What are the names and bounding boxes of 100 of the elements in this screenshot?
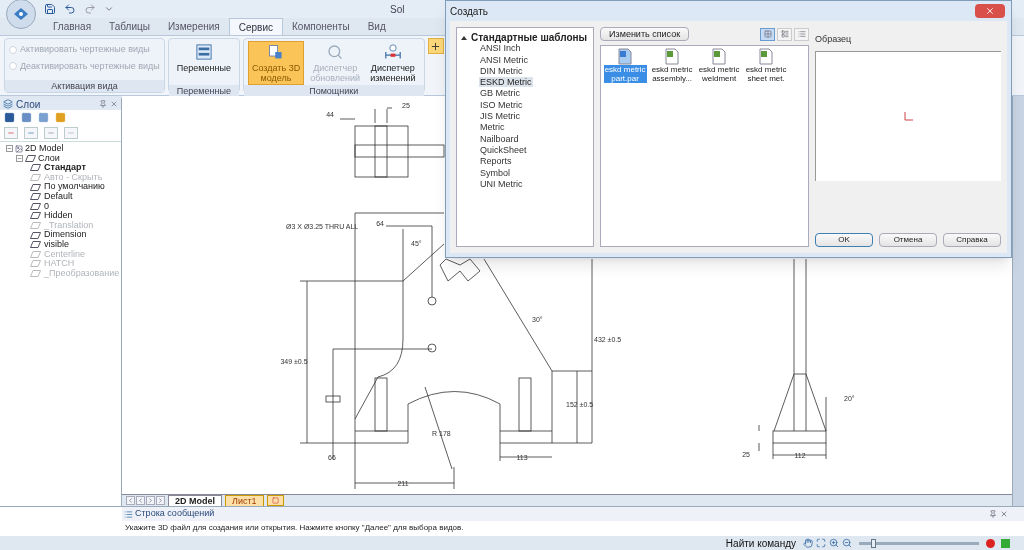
layer-tool-icon <box>27 129 35 137</box>
window-title: Sol <box>390 2 405 17</box>
tree-item[interactable]: Reports <box>479 156 513 167</box>
panel-tool-icon[interactable] <box>4 112 15 123</box>
dialog-button[interactable]: Отмена <box>879 233 937 247</box>
message-text: Укажите 3D файл для создания или открытия. Нажмите кнопку "Далее" для выбора видов. <box>124 522 465 534</box>
layer-icon <box>30 260 41 268</box>
close-icon <box>985 6 995 16</box>
tree-item[interactable]: QuickSheet <box>479 144 528 155</box>
layer-item[interactable]: Hidden <box>44 211 73 221</box>
variables-icon <box>195 44 212 60</box>
undo-icon[interactable] <box>64 3 76 15</box>
tree-item[interactable]: Symbol <box>479 167 511 178</box>
tree-item[interactable]: Nailboard <box>479 133 520 144</box>
pin-icon[interactable] <box>989 510 997 518</box>
tree-item[interactable]: JIS Metric <box>479 111 521 122</box>
dialog-title: Создать <box>450 4 488 19</box>
tree-item[interactable]: ISO Metric <box>479 99 524 110</box>
document-icon <box>665 48 680 65</box>
fit-icon[interactable] <box>816 538 826 548</box>
magnifier-icon <box>327 44 344 60</box>
layer-tool-button[interactable] <box>24 127 38 139</box>
template-item[interactable]: eskd metric sheet met. <box>744 48 789 83</box>
save-icon[interactable] <box>44 3 56 15</box>
document-icon <box>618 48 633 65</box>
view-mode-button[interactable] <box>760 27 775 41</box>
template-item[interactable]: eskd metric assembly... <box>650 48 695 83</box>
layer-tool-icon <box>7 129 15 137</box>
plus-icon <box>430 40 441 52</box>
sheet-nav-button[interactable] <box>136 496 145 505</box>
layer-item[interactable]: visible <box>44 239 69 250</box>
axes-icon <box>903 111 914 121</box>
zoom-out-icon[interactable] <box>842 538 852 548</box>
close-button[interactable] <box>975 4 1005 18</box>
ribbon-tab[interactable]: Измерения <box>158 18 229 35</box>
dialog-button[interactable]: OK <box>815 233 873 247</box>
close-icon[interactable] <box>110 100 118 108</box>
ribbon-button[interactable]: Переменные <box>172 41 235 85</box>
sheet-nav-button[interactable] <box>146 496 155 505</box>
expand-icon[interactable] <box>461 35 467 40</box>
redo-icon[interactable] <box>84 3 96 15</box>
layer-item[interactable]: Dimension <box>44 230 87 240</box>
template-item[interactable]: eskd metric weldment <box>697 48 742 83</box>
customize-icon[interactable] <box>104 4 114 14</box>
layer-item[interactable]: Стандарт <box>44 163 86 173</box>
ribbon-group-label: Активация вида <box>5 80 164 92</box>
ribbon-tab[interactable]: Таблицы <box>100 18 159 35</box>
close-icon[interactable] <box>1000 510 1008 518</box>
zoom-in-icon[interactable] <box>829 538 839 548</box>
tree-item[interactable]: ESKD Metric <box>479 77 533 88</box>
ribbon-tab[interactable]: Вид <box>358 18 395 35</box>
tree-item[interactable]: 2D Model <box>25 144 64 154</box>
find-command-label[interactable]: Найти команду <box>725 535 796 550</box>
layer-tool-icon <box>47 129 55 137</box>
changes-icon <box>383 44 402 60</box>
ribbon-tab[interactable]: Компоненты <box>283 18 359 35</box>
app-logo-icon <box>12 6 30 22</box>
new-sheet-tab[interactable] <box>266 495 284 506</box>
view-mode-button[interactable] <box>777 27 792 41</box>
sheet-icon <box>271 497 279 504</box>
app-menu-button[interactable] <box>6 0 36 29</box>
document-icon <box>712 48 727 65</box>
sheet-tab[interactable]: 2D Model <box>168 494 222 507</box>
layer-item[interactable]: Default <box>44 191 73 202</box>
dialog-button[interactable]: Справка <box>943 233 1001 247</box>
collapse-icon[interactable] <box>16 154 23 162</box>
sheet-nav-button[interactable] <box>156 496 165 505</box>
edit-list-button[interactable]: Изменить список <box>600 27 690 41</box>
layer-icon <box>30 212 41 220</box>
pin-icon[interactable] <box>99 100 107 108</box>
layer-item[interactable]: По умолчанию <box>44 182 105 192</box>
layer-icon <box>30 164 41 172</box>
message-icon <box>124 509 133 519</box>
tree-item[interactable]: GB Metric <box>479 88 521 99</box>
panel-tool-icon[interactable] <box>21 112 32 123</box>
zoom-slider-thumb[interactable] <box>871 538 877 548</box>
tree-item[interactable]: Слои <box>38 153 60 164</box>
tree-item[interactable]: UNI Metric <box>479 178 524 189</box>
ribbon-button[interactable]: Создать 3D модель <box>247 41 305 85</box>
tree-item[interactable]: Стандартные шаблоны <box>471 32 588 44</box>
view-mode-icon <box>763 30 772 38</box>
sheet-nav-button[interactable] <box>126 496 135 505</box>
tree-item[interactable]: ANSI Metric <box>479 54 529 65</box>
tree-item[interactable]: ANSI Inch <box>479 43 522 54</box>
layer-tool-button[interactable] <box>44 127 58 139</box>
view-mode-icon <box>797 30 806 38</box>
sheet-tab[interactable]: Лист1 <box>225 494 264 507</box>
ribbon-add-button[interactable] <box>427 38 444 54</box>
panel-title: Строка сообщений <box>135 507 215 521</box>
layer-item[interactable]: 0 <box>44 201 49 212</box>
ribbon-button[interactable]: Диспетчер изменений <box>366 41 420 85</box>
view-mode-button[interactable] <box>794 27 809 41</box>
collapse-icon[interactable] <box>6 145 13 153</box>
tree-item[interactable]: Metric <box>479 122 506 133</box>
ribbon-tab[interactable]: Главная <box>44 18 101 35</box>
layer-tool-button[interactable] <box>64 127 78 139</box>
pan-icon[interactable] <box>803 538 813 548</box>
record-icon[interactable] <box>986 538 995 548</box>
ribbon-tab[interactable]: Сервис <box>228 18 283 35</box>
tree-item[interactable]: DIN Metric <box>479 65 524 76</box>
